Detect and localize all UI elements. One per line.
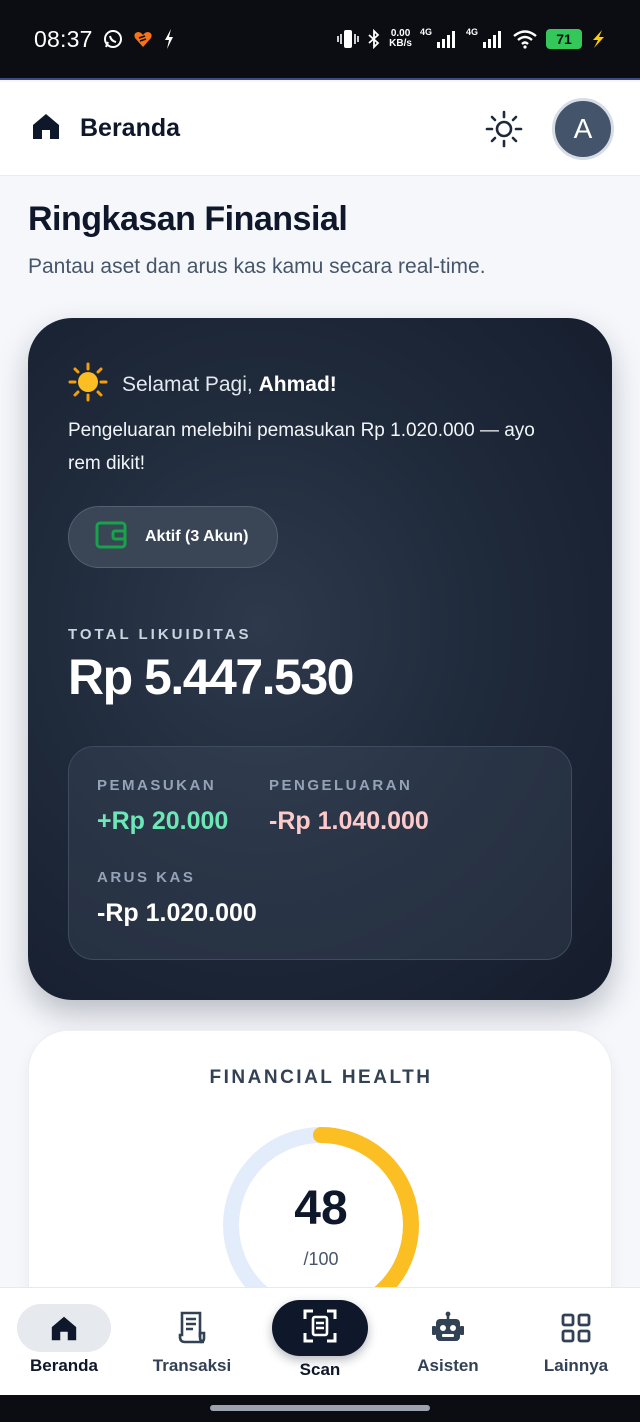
home-icon [0, 1308, 128, 1348]
sun-icon[interactable] [482, 107, 526, 151]
grid-icon [512, 1308, 640, 1348]
cashflow-box: PEMASUKAN +Rp 20.000 PENGELUARAN -Rp 1.0… [68, 746, 572, 960]
liquidity-value: Rp 5.447.530 [68, 649, 354, 705]
vibrate-icon [337, 29, 359, 49]
financial-health-card[interactable]: FINANCIAL HEALTH 48 /100 [28, 1030, 612, 1330]
spending-alert: Pengeluaran melebihi pemasukan Rp 1.020.… [68, 420, 535, 474]
home-icon[interactable] [30, 110, 62, 147]
nav-item-asisten[interactable]: Asisten [384, 1288, 512, 1396]
net-speed: 0.00 KB/s [389, 28, 412, 49]
signal-icon [436, 30, 458, 48]
wallet-icon [95, 520, 127, 555]
health-title: FINANCIAL HEALTH [209, 1067, 433, 1088]
wifi-icon [512, 29, 538, 49]
scan-button[interactable] [272, 1300, 368, 1356]
financial-summary-card: Selamat Pagi, Ahmad! Pengeluaran melebih… [28, 318, 612, 1000]
nav-item-transaksi[interactable]: Transaksi [128, 1288, 256, 1396]
health-score: 48 [294, 1182, 348, 1235]
greeting-name: Ahmad! [258, 372, 337, 396]
whatsapp-icon [103, 29, 123, 49]
account-chip[interactable]: Aktif (3 Akun) [68, 506, 278, 568]
greeting-row: Selamat Pagi, Ahmad! [68, 362, 337, 407]
status-bar: 08:37 0.00 KB/s 4G 4G 71 [0, 0, 640, 80]
robot-icon [384, 1308, 512, 1348]
gesture-bar[interactable] [210, 1405, 430, 1411]
expense-label: PENGELUARAN [269, 777, 413, 794]
status-right: 0.00 KB/s 4G 4G 71 [337, 27, 606, 49]
app-notification-icon [133, 30, 153, 48]
scan-icon [302, 1308, 338, 1349]
income-label: PEMASUKAN [97, 777, 217, 794]
income-value: +Rp 20.000 [97, 807, 229, 835]
status-time: 08:37 [34, 25, 93, 52]
battery-icon: 71 [546, 29, 582, 49]
cashflow-value: -Rp 1.020.000 [97, 899, 257, 927]
nav-item-lainnya[interactable]: Lainnya [512, 1288, 640, 1396]
app-header: Beranda A [0, 82, 640, 176]
greeting-text: Selamat Pagi, Ahmad! [122, 373, 337, 397]
status-left: 08:37 [34, 26, 175, 53]
cashflow-label: ARUS KAS [97, 869, 196, 886]
page-title: Ringkasan Finansial [28, 200, 348, 238]
account-chip-label: Aktif (3 Akun) [145, 528, 249, 545]
health-score-max: /100 [303, 1249, 339, 1269]
charging-bolt-icon [163, 28, 175, 50]
nav-item-beranda[interactable]: Beranda [0, 1288, 128, 1396]
gesture-area [0, 1395, 640, 1422]
charging-icon [590, 29, 606, 49]
signal-2-label: 4G [465, 27, 478, 37]
avatar[interactable]: A [552, 97, 614, 160]
liquidity-label: TOTAL LIKUIDITAS [68, 626, 252, 643]
receipt-icon [128, 1308, 256, 1348]
signal-1-label: 4G [419, 27, 432, 37]
nav-label-scan[interactable]: Scan [256, 1360, 384, 1380]
nav-label-beranda: Beranda [29, 1356, 99, 1375]
sun-emoji-icon [68, 362, 108, 407]
bluetooth-icon [367, 29, 381, 49]
page-subtitle: Pantau aset dan arus kas kamu secara rea… [28, 255, 486, 278]
signal-icon [482, 30, 504, 48]
nav-label-lainnya: Lainnya [543, 1356, 609, 1375]
page-header-title: Beranda [80, 114, 181, 142]
nav-label-asisten: Asisten [417, 1356, 479, 1375]
expense-value: -Rp 1.040.000 [269, 807, 429, 835]
nav-label-transaksi: Transaksi [152, 1356, 232, 1375]
bottom-nav: Beranda Transaksi Scan Asisten Lainnya [0, 1287, 640, 1395]
greeting-prefix: Selamat Pagi, [122, 372, 253, 396]
